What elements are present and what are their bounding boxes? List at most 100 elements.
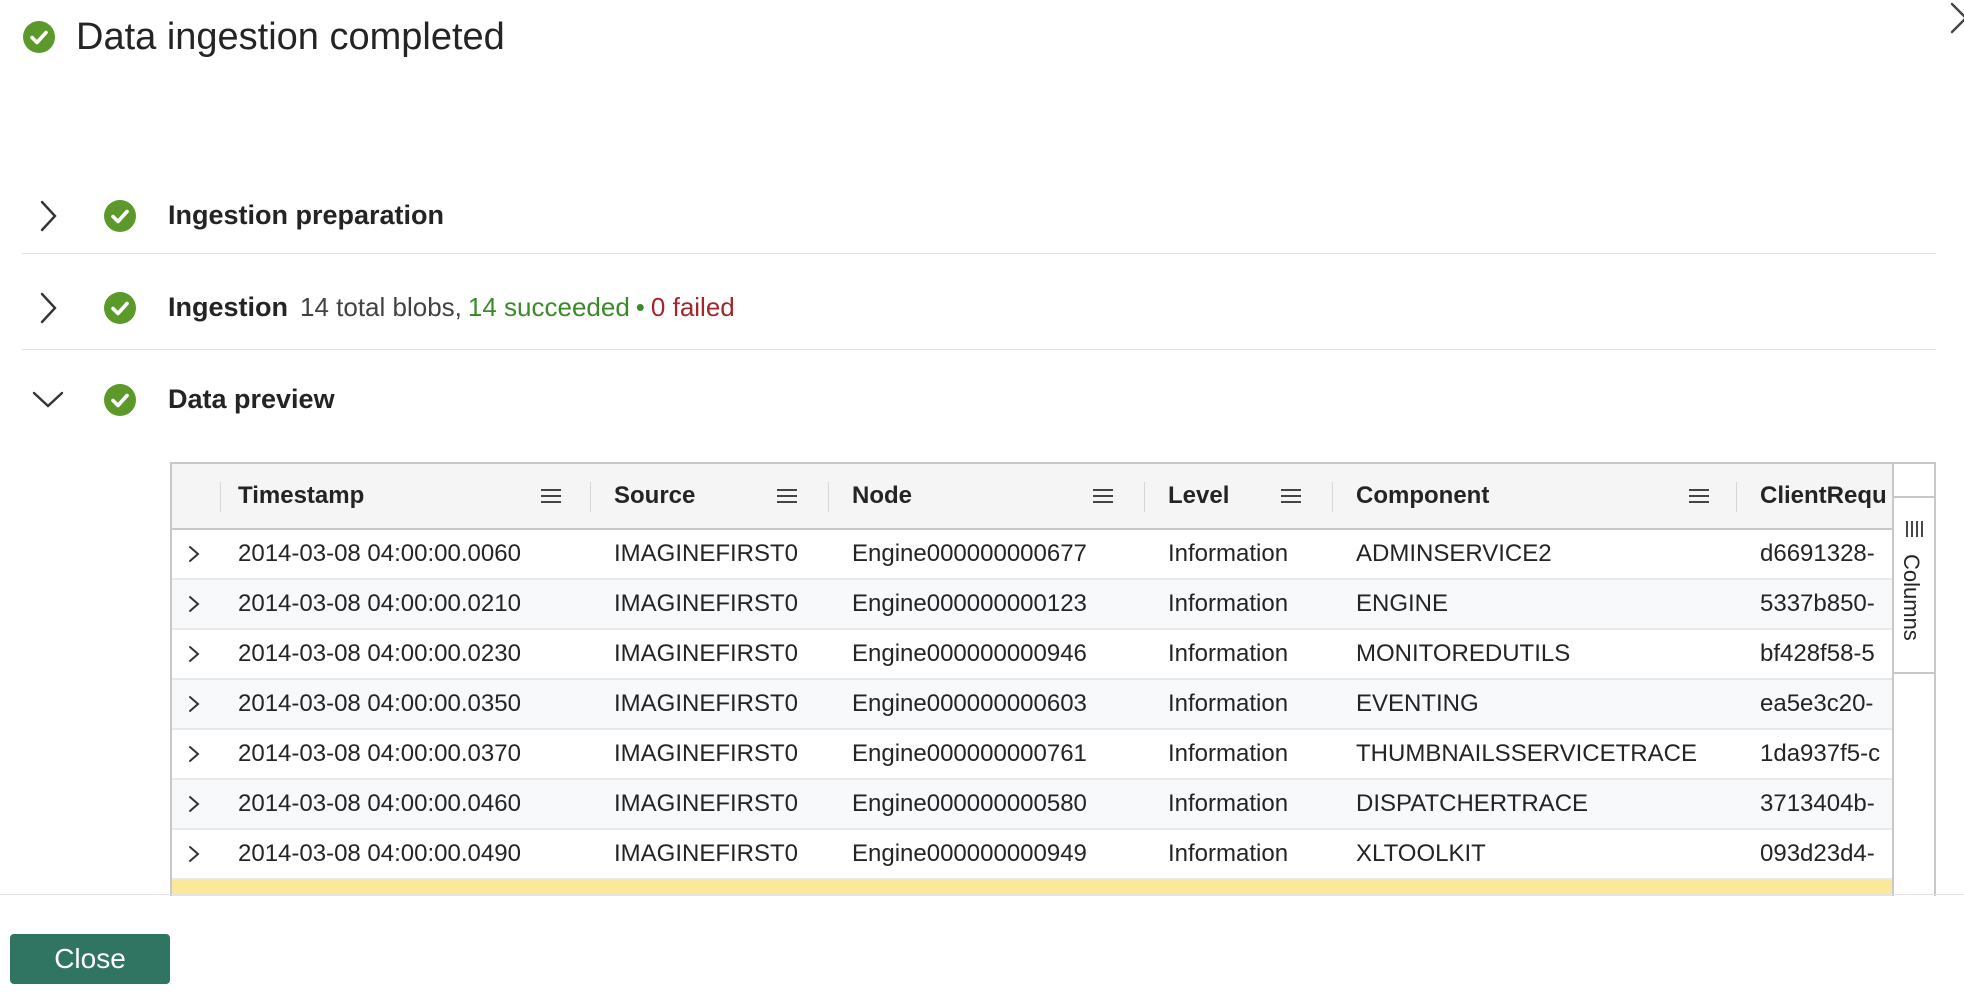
section-data-preview[interactable]: Data preview (22, 380, 1936, 436)
section-label: Ingestion (168, 292, 288, 322)
column-menu-icon[interactable] (540, 488, 562, 504)
cell-source: IMAGINEFIRST0 (614, 540, 799, 567)
cell-component: ENGINE (1356, 590, 1449, 617)
divider (22, 253, 1936, 254)
cell-source: IMAGINEFIRST0 (614, 840, 799, 867)
cell-clientrequest: ea5e3c20- (1760, 690, 1874, 717)
cell-clientrequest: bf428f58-5 (1760, 640, 1875, 667)
column-separator (1144, 482, 1145, 512)
footer-divider (0, 894, 1964, 895)
table-row[interactable]: 2014-03-08 04:00:00.0370 IMAGINEFIRST0 E… (172, 730, 1892, 780)
expand-row-icon[interactable] (184, 844, 204, 869)
columns-tab-label: Columns (1899, 554, 1924, 641)
table-row[interactable]: 2014-03-08 04:00:00.0490 IMAGINEFIRST0 E… (172, 830, 1892, 880)
cell-timestamp: 2014-03-08 04:00:00.0460 (238, 790, 521, 817)
column-separator (1736, 482, 1737, 512)
cell-timestamp: 2014-03-08 04:00:00.0370 (238, 740, 521, 767)
column-separator (1332, 482, 1333, 512)
table-row[interactable]: 2014-03-08 04:00:00.0230 IMAGINEFIRST0 E… (172, 630, 1892, 680)
cell-source: IMAGINEFIRST0 (614, 790, 799, 817)
cell-level: Information (1168, 590, 1289, 617)
success-check-icon (104, 200, 136, 232)
separator-dot: • (635, 292, 645, 322)
cell-node: Engine000000000580 (852, 790, 1087, 817)
table-row[interactable]: 2014-03-08 04:00:00.0460 IMAGINEFIRST0 E… (172, 780, 1892, 830)
cell-timestamp: 2014-03-08 04:00:00.0490 (238, 840, 521, 867)
section-label: Data preview (168, 384, 335, 414)
table-row[interactable]: 2014-03-08 04:00:00.0210 IMAGINEFIRST0 E… (172, 580, 1892, 630)
cell-component: XLTOOLKIT (1356, 840, 1486, 867)
section-ingestion[interactable]: Ingestion 14 total blobs, 14 succeeded • 0 f… (22, 288, 1936, 344)
cell-component: EVENTING (1356, 690, 1479, 717)
column-separator (590, 482, 591, 512)
section-label: Ingestion preparation (168, 200, 445, 230)
cell-clientrequest: 3713404b- (1760, 790, 1875, 817)
cell-level: Information (1168, 540, 1289, 567)
cell-level: Information (1168, 640, 1289, 667)
cell-level: Information (1168, 790, 1289, 817)
cell-component: THUMBNAILSSERVICETRACE (1356, 740, 1697, 767)
cell-node: Engine000000000123 (852, 590, 1087, 617)
column-header-component[interactable]: Component (1356, 464, 1656, 528)
columns-side-panel: Columns (1892, 464, 1934, 896)
table-row[interactable]: 2014-03-08 04:00:00.0060 IMAGINEFIRST0 E… (172, 530, 1892, 580)
expand-row-icon[interactable] (184, 544, 204, 569)
column-menu-icon[interactable] (776, 488, 798, 504)
cell-clientrequest: d6691328- (1760, 540, 1875, 567)
cell-clientrequest: 1da937f5-c (1760, 740, 1881, 767)
column-menu-icon[interactable] (1688, 488, 1710, 504)
expand-row-icon[interactable] (184, 694, 204, 719)
cell-source: IMAGINEFIRST0 (614, 740, 799, 767)
columns-tab[interactable]: Columns (1894, 496, 1934, 674)
close-button[interactable]: Close (10, 934, 170, 984)
cell-clientrequest: 5337b850- (1760, 590, 1875, 617)
cell-node: Engine000000000949 (852, 840, 1087, 867)
cell-node: Engine000000000603 (852, 690, 1087, 717)
chevron-down-icon[interactable] (28, 380, 68, 425)
expand-row-icon[interactable] (184, 744, 204, 769)
cell-source: IMAGINEFIRST0 (614, 690, 799, 717)
column-header-timestamp[interactable]: Timestamp (238, 464, 528, 528)
column-header-clientrequest[interactable]: ClientRequ (1760, 464, 1892, 528)
column-header-level[interactable]: Level (1168, 464, 1278, 528)
column-separator (828, 482, 829, 512)
cell-timestamp: 2014-03-08 04:00:00.0060 (238, 540, 521, 567)
expand-row-icon[interactable] (184, 644, 204, 669)
cell-node: Engine000000000677 (852, 540, 1087, 567)
grid-header: Timestamp Source Node Level Component Cl… (172, 464, 1892, 530)
cell-component: MONITOREDUTILS (1356, 640, 1571, 667)
section-heading: Ingestion 14 total blobs, 14 succeeded • 0 f… (168, 292, 735, 323)
column-menu-icon[interactable] (1280, 488, 1302, 504)
divider (22, 349, 1936, 350)
column-separator (220, 482, 221, 512)
column-menu-icon[interactable] (1092, 488, 1114, 504)
expand-row-icon[interactable] (184, 594, 204, 619)
section-ingestion-preparation[interactable]: Ingestion preparation (22, 196, 1936, 252)
expand-row-icon[interactable] (184, 794, 204, 819)
succeeded-count: 14 succeeded (467, 292, 630, 322)
cell-timestamp: 2014-03-08 04:00:00.0210 (238, 590, 521, 617)
cell-component: DISPATCHERTRACE (1356, 790, 1589, 817)
data-preview-grid: Timestamp Source Node Level Component Cl… (170, 462, 1936, 896)
success-check-icon (23, 21, 55, 53)
cell-component: ADMINSERVICE2 (1356, 540, 1552, 567)
close-icon[interactable] (1948, 0, 1964, 41)
columns-icon (1904, 520, 1926, 543)
column-header-source[interactable]: Source (614, 464, 774, 528)
success-check-icon (104, 384, 136, 416)
chevron-right-icon[interactable] (32, 196, 62, 241)
cell-level: Information (1168, 840, 1289, 867)
chevron-right-icon[interactable] (32, 288, 62, 333)
cell-timestamp: 2014-03-08 04:00:00.0230 (238, 640, 521, 667)
cell-level: Information (1168, 690, 1289, 717)
cell-level: Information (1168, 740, 1289, 767)
column-header-node[interactable]: Node (852, 464, 1092, 528)
cell-source: IMAGINEFIRST0 (614, 640, 799, 667)
cell-clientrequest: 093d23d4- (1760, 840, 1875, 867)
dialog-title: Data ingestion completed (76, 16, 505, 58)
table-row[interactable]: 2014-03-08 04:00:00.0350 IMAGINEFIRST0 E… (172, 680, 1892, 730)
total-blobs-text: 14 total blobs, (300, 292, 462, 322)
success-check-icon (104, 292, 136, 324)
cell-timestamp: 2014-03-08 04:00:00.0350 (238, 690, 521, 717)
cell-source: IMAGINEFIRST0 (614, 590, 799, 617)
